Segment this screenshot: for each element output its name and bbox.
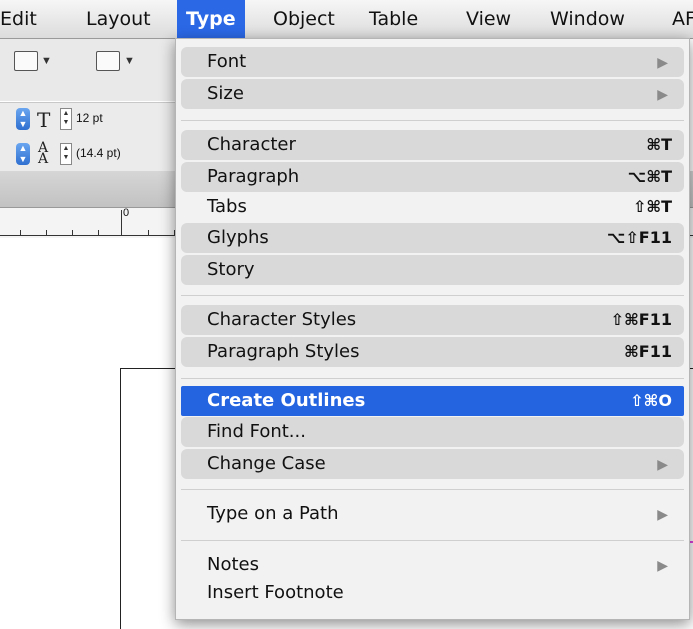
menu-item-find-font[interactable]: Find Font... <box>181 417 684 447</box>
menu-item-label: Story <box>207 259 255 280</box>
menu-item-label: Character <box>207 134 296 155</box>
menu-item-shortcut: ⌘F11 <box>623 342 672 361</box>
menu-item-paragraph[interactable]: Paragraph ⌥⌘T <box>181 162 684 192</box>
menu-af[interactable]: AF <box>672 0 693 38</box>
menu-item-label: Insert Footnote <box>207 582 344 603</box>
submenu-arrow-icon: ▶ <box>657 86 668 102</box>
submenu-arrow-icon: ▶ <box>657 506 668 522</box>
ruler-tick <box>148 230 149 236</box>
menu-item-character[interactable]: Character ⌘T <box>181 130 684 160</box>
ruler-tick <box>121 210 122 236</box>
menu-item-shortcut: ⌘T <box>646 135 672 154</box>
menu-item-tabs[interactable]: Tabs ⇧⌘T <box>181 192 684 222</box>
submenu-arrow-icon: ▶ <box>657 456 668 472</box>
menu-item-label: Change Case <box>207 453 326 474</box>
character-controls: ▲ ▼ T ▲ ▼ 12 pt ▲ ▼ AA ▲ ▼ (14.4 pt) <box>0 102 180 171</box>
type-menu: Font ▶ Size ▶ Character ⌘T Paragraph ⌥⌘T… <box>175 38 690 620</box>
leading-field[interactable]: (14.4 pt) <box>73 142 171 164</box>
menu-item-change-case[interactable]: Change Case ▶ <box>181 449 684 479</box>
leading-icon: AA <box>38 140 49 167</box>
menu-separator <box>181 120 684 121</box>
menu-item-label: Create Outlines <box>207 390 366 411</box>
ruler-tick <box>72 230 73 236</box>
menu-object[interactable]: Object <box>273 0 335 38</box>
menu-item-label: Paragraph <box>207 166 300 187</box>
menu-bar: Edit Layout Type Object Table View Windo… <box>0 0 693 39</box>
font-size-icon: T <box>37 108 51 132</box>
chevron-down-icon[interactable]: ▼ <box>124 55 135 67</box>
menu-type[interactable]: Type <box>177 0 245 38</box>
font-size-field[interactable]: 12 pt <box>73 107 146 129</box>
menu-item-label: Type on a Path <box>207 503 339 524</box>
font-family-stepper-icon[interactable]: ▲ ▼ <box>16 143 30 165</box>
menu-item-label: Size <box>207 83 244 104</box>
menu-separator <box>181 378 684 379</box>
leading-spinner[interactable]: ▲ ▼ <box>60 143 72 165</box>
menu-item-shortcut: ⌥⌘T <box>627 167 672 186</box>
menu-item-notes[interactable]: Notes ▶ <box>181 550 684 580</box>
menu-item-shortcut: ⇧⌘O <box>630 391 672 410</box>
menu-separator <box>181 295 684 296</box>
menu-view[interactable]: View <box>466 0 511 38</box>
menu-item-label: Glyphs <box>207 227 269 248</box>
menu-item-shortcut: ⌥⇧F11 <box>606 228 672 247</box>
menu-separator <box>181 489 684 490</box>
control-panel-top: ▼ ▼ <box>0 39 180 101</box>
menu-item-label: Character Styles <box>207 309 357 330</box>
ruler-tick <box>20 230 21 236</box>
center-content-icon[interactable] <box>96 51 120 71</box>
chevron-down-icon[interactable]: ▼ <box>41 55 52 67</box>
menu-item-label: Notes <box>207 554 259 575</box>
ruler-tick <box>98 230 99 236</box>
menu-item-shortcut: ⇧⌘F11 <box>610 310 672 329</box>
menu-item-glyphs[interactable]: Glyphs ⌥⇧F11 <box>181 223 684 253</box>
menu-item-label: Tabs <box>207 196 247 217</box>
menu-separator <box>181 540 684 541</box>
menu-item-label: Font <box>207 51 247 72</box>
menu-item-shortcut: ⇧⌘T <box>632 197 672 216</box>
menu-item-label: Paragraph Styles <box>207 341 360 362</box>
menu-item-paragraph-styles[interactable]: Paragraph Styles ⌘F11 <box>181 337 684 367</box>
menu-window[interactable]: Window <box>550 0 625 38</box>
menu-layout[interactable]: Layout <box>86 0 151 38</box>
menu-edit[interactable]: Edit <box>0 0 37 38</box>
menu-item-story[interactable]: Story <box>181 255 684 285</box>
frame-fitting-icon[interactable] <box>14 51 38 71</box>
menu-item-size[interactable]: Size ▶ <box>181 79 684 109</box>
submenu-arrow-icon: ▶ <box>657 557 668 573</box>
menu-item-label: Find Font... <box>207 421 306 442</box>
ruler-tick <box>46 230 47 236</box>
menu-table[interactable]: Table <box>369 0 418 38</box>
menu-item-create-outlines[interactable]: Create Outlines ⇧⌘O <box>181 386 684 416</box>
submenu-arrow-icon: ▶ <box>657 54 668 70</box>
ruler-zero-label: 0 <box>123 207 130 219</box>
menu-item-insert-footnote[interactable]: Insert Footnote <box>181 578 684 608</box>
menu-item-font[interactable]: Font ▶ <box>181 47 684 77</box>
font-size-spinner[interactable]: ▲ ▼ <box>60 108 72 130</box>
menu-item-type-on-a-path[interactable]: Type on a Path ▶ <box>181 499 684 529</box>
font-style-stepper-icon[interactable]: ▲ ▼ <box>16 108 30 130</box>
menu-item-character-styles[interactable]: Character Styles ⇧⌘F11 <box>181 305 684 335</box>
